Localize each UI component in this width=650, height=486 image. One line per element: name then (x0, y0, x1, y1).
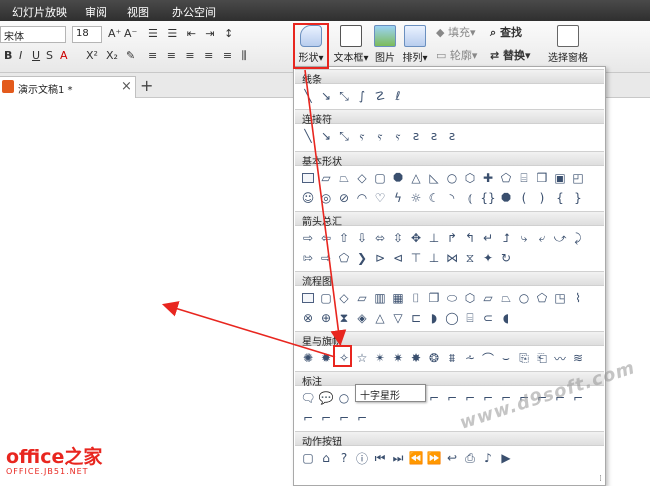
logo-subtext: OFFICE.JB51.NET (6, 467, 89, 476)
logo-text: office之家 (6, 446, 103, 468)
annotation-arrows (161, 69, 347, 358)
site-logo: office之家 OFFICE.JB51.NET (6, 447, 102, 476)
